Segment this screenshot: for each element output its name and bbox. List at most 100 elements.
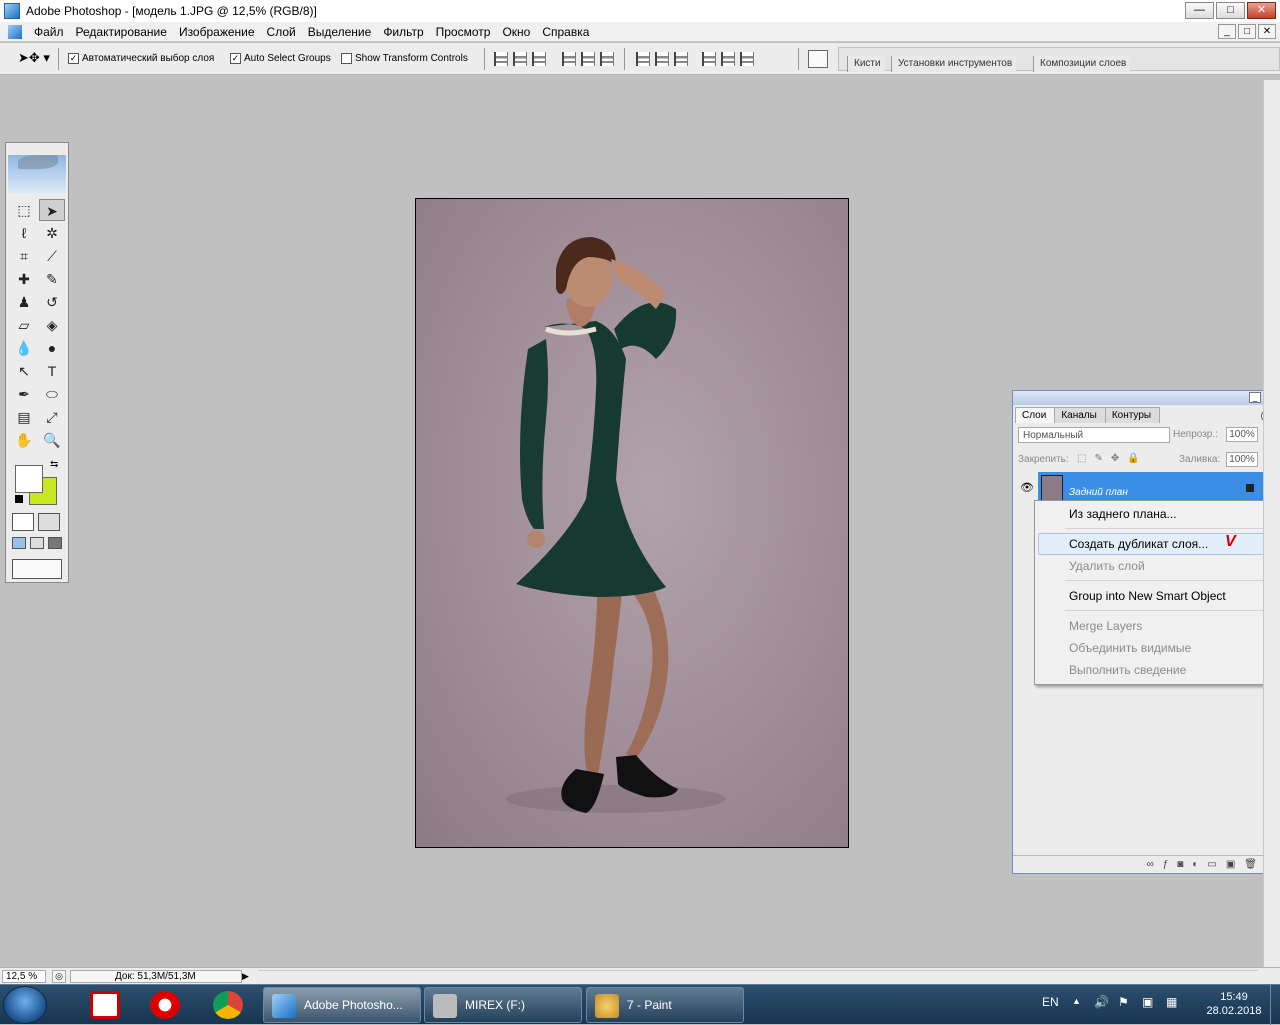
task-photoshop[interactable]: Adobe Photosho...: [263, 987, 421, 1023]
doc-restore-button[interactable]: □: [1238, 24, 1256, 39]
show-transform-controls-checkbox[interactable]: Show Transform Controls: [341, 53, 468, 64]
align-vcenter-icon[interactable]: [513, 52, 527, 66]
align-right-icon[interactable]: [600, 52, 614, 66]
palette-tab-layer-comps[interactable]: Композиции слоев: [1033, 56, 1131, 72]
align-bottom-icon[interactable]: [532, 52, 546, 66]
new-layer-icon[interactable]: ▣: [1226, 859, 1235, 873]
lock-image-icon[interactable]: ✎: [1094, 453, 1102, 464]
tab-paths[interactable]: Контуры: [1104, 407, 1161, 423]
action-center-flag-icon[interactable]: ⚑: [1118, 995, 1129, 1009]
distribute-left-icon[interactable]: [702, 52, 716, 66]
document-canvas[interactable]: [415, 198, 849, 848]
move-tool-icon[interactable]: ➤: [39, 199, 65, 221]
ctx-duplicate-layer[interactable]: Создать дубликат слоя...: [1069, 534, 1208, 554]
menu-layer[interactable]: Слой: [261, 25, 302, 39]
add-mask-icon[interactable]: ◙: [1177, 859, 1183, 873]
link-layers-icon[interactable]: ∞: [1147, 859, 1154, 873]
swap-colors-icon[interactable]: ⇆: [50, 459, 58, 470]
lasso-tool-icon[interactable]: ℓ: [11, 222, 37, 244]
align-hcenter-icon[interactable]: [581, 52, 595, 66]
chrome-icon[interactable]: [213, 991, 243, 1019]
auto-select-groups-checkbox[interactable]: ✓ Auto Select Groups: [230, 53, 331, 64]
healing-brush-tool-icon[interactable]: ✚: [11, 268, 37, 290]
standard-mode-icon[interactable]: [12, 513, 34, 531]
menu-view[interactable]: Просмотр: [430, 25, 497, 39]
menu-edit[interactable]: Редактирование: [70, 25, 173, 39]
align-left-icon[interactable]: [562, 52, 576, 66]
crop-tool-icon[interactable]: ⌗: [11, 245, 37, 267]
lock-all-icon[interactable]: 🔒: [1127, 453, 1139, 464]
layers-panel-header[interactable]: _ ✕: [1013, 391, 1277, 405]
close-button[interactable]: ✕: [1247, 2, 1276, 19]
delete-layer-icon[interactable]: 🗑: [1244, 859, 1257, 873]
auto-select-layer-checkbox[interactable]: ✓ Автоматический выбор слоя: [68, 53, 214, 64]
opera-icon[interactable]: [150, 991, 180, 1019]
lock-transparency-icon[interactable]: ⬚: [1077, 453, 1086, 464]
full-screen-mode-icon[interactable]: [48, 537, 62, 549]
zoom-field[interactable]: 12,5 %: [2, 970, 46, 983]
new-group-icon[interactable]: ▭: [1207, 859, 1216, 873]
eyedropper-tool-icon[interactable]: ⤢: [39, 406, 65, 428]
paint-bucket-tool-icon[interactable]: ◈: [39, 314, 65, 336]
doc-close-button[interactable]: ✕: [1258, 24, 1276, 39]
standard-screen-mode-icon[interactable]: [12, 537, 26, 549]
ctx-group-smart-object[interactable]: Group into New Smart Object: [1069, 586, 1226, 606]
menu-image[interactable]: Изображение: [173, 25, 261, 39]
tab-channels[interactable]: Каналы: [1054, 407, 1106, 423]
distribute-bottom-icon[interactable]: [674, 52, 688, 66]
zoom-tool-icon[interactable]: 🔍: [39, 429, 65, 451]
vertical-scrollbar[interactable]: [1263, 80, 1280, 967]
menu-file[interactable]: Файл: [28, 25, 70, 39]
distribute-vcenter-icon[interactable]: [655, 52, 669, 66]
status-menu-icon[interactable]: ◎: [52, 970, 66, 983]
full-screen-menu-mode-icon[interactable]: [30, 537, 44, 549]
task-paint[interactable]: 7 - Paint: [586, 987, 744, 1023]
adjustment-layer-icon[interactable]: ◐: [1192, 859, 1198, 873]
path-selection-tool-icon[interactable]: ↖: [11, 360, 37, 382]
ellipse-tool-icon[interactable]: ⬭: [39, 383, 65, 405]
menu-filter[interactable]: Фильтр: [377, 25, 429, 39]
minimize-button[interactable]: —: [1185, 2, 1214, 19]
opacity-field[interactable]: 100%: [1226, 427, 1258, 442]
network-icon[interactable]: ▦: [1166, 995, 1177, 1009]
foreground-color-swatch[interactable]: [15, 465, 43, 493]
menu-help[interactable]: Справка: [536, 25, 595, 39]
marquee-tool-icon[interactable]: ⬚: [11, 199, 37, 221]
history-brush-tool-icon[interactable]: ↺: [39, 291, 65, 313]
document-icon[interactable]: [8, 24, 22, 39]
panel-minimize-button[interactable]: _: [1249, 392, 1261, 403]
show-hidden-icons-icon[interactable]: ▲: [1072, 996, 1081, 1006]
slice-tool-icon[interactable]: ⟋: [39, 245, 65, 267]
app-shortcut-icon[interactable]: [90, 991, 120, 1019]
layer-style-icon[interactable]: ƒ: [1163, 859, 1169, 873]
notes-tool-icon[interactable]: ▤: [11, 406, 37, 428]
dodge-tool-icon[interactable]: ●: [39, 337, 65, 359]
palette-tab-tool-presets[interactable]: Установки инструментов: [891, 56, 1017, 72]
align-top-icon[interactable]: [494, 52, 508, 66]
toolbox-header[interactable]: [8, 155, 66, 193]
distribute-right-icon[interactable]: [740, 52, 754, 66]
move-tool-preset-icon[interactable]: ➤✥ ▾: [18, 50, 50, 68]
jump-to-imageready-icon[interactable]: [12, 559, 62, 579]
blend-mode-select[interactable]: Нормальный: [1018, 427, 1170, 443]
hand-tool-icon[interactable]: ✋: [11, 429, 37, 451]
clone-stamp-tool-icon[interactable]: ♟: [11, 291, 37, 313]
menu-select[interactable]: Выделение: [302, 25, 378, 39]
fill-field[interactable]: 100%: [1226, 452, 1258, 467]
language-indicator[interactable]: EN: [1042, 995, 1059, 1009]
clock[interactable]: 15:49 28.02.2018: [1200, 990, 1268, 1018]
brush-tool-icon[interactable]: ✎: [39, 268, 65, 290]
default-colors-icon[interactable]: [15, 495, 23, 503]
volume-icon[interactable]: 🔊: [1094, 995, 1109, 1009]
start-button[interactable]: [3, 986, 47, 1024]
status-arrow-icon[interactable]: ▶: [242, 970, 254, 983]
task-mirex[interactable]: MIREX (F:): [424, 987, 582, 1023]
eraser-tool-icon[interactable]: ▱: [11, 314, 37, 336]
maximize-button[interactable]: □: [1216, 2, 1245, 19]
tray-app-icon[interactable]: ▣: [1142, 995, 1153, 1009]
lock-position-icon[interactable]: ✥: [1111, 453, 1119, 464]
ctx-layer-from-background[interactable]: Из заднего плана...: [1069, 504, 1177, 524]
show-desktop-button[interactable]: [1270, 985, 1280, 1025]
pen-tool-icon[interactable]: ✒: [11, 383, 37, 405]
doc-minimize-button[interactable]: _: [1218, 24, 1236, 39]
